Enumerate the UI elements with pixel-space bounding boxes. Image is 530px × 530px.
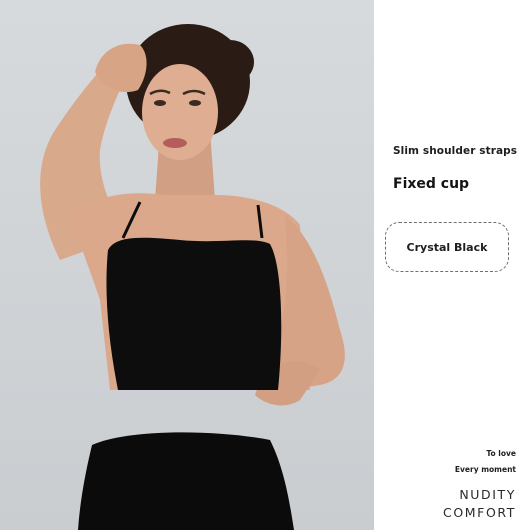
tagline-line-2: Every moment <box>454 465 516 474</box>
feature-strap-label: Slim shoulder straps <box>393 145 518 157</box>
model-illustration <box>40 24 345 530</box>
feature-cup-label: Fixed cup <box>393 176 470 192</box>
brand-line-1: NUDITY <box>459 487 516 502</box>
color-option-badge[interactable]: Crystal Black <box>385 222 509 272</box>
hair-bun <box>206 40 254 84</box>
sports-bra <box>106 237 282 390</box>
brand-line-2: COMFORT <box>443 505 516 520</box>
tagline-line-1: To love <box>486 449 516 458</box>
color-option-label: Crystal Black <box>406 240 488 254</box>
leggings <box>78 432 294 530</box>
product-photo <box>0 0 374 530</box>
